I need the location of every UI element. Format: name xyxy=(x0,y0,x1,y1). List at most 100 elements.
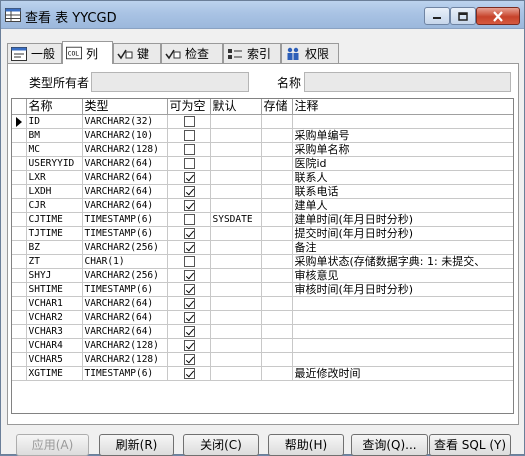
nullable-checkbox[interactable] xyxy=(183,312,195,323)
row-indicator[interactable] xyxy=(12,338,27,353)
help-button[interactable]: 帮助(H) xyxy=(268,434,344,456)
cell-comment[interactable]: 联系电话 xyxy=(292,184,513,199)
table-row[interactable]: CJR VARCHAR2(64) 建单人 xyxy=(12,198,513,213)
cell-comment[interactable]: 医院id xyxy=(292,156,513,171)
cell-name[interactable]: VCHAR5 xyxy=(26,352,83,367)
maximize-button[interactable] xyxy=(450,7,476,25)
row-indicator[interactable] xyxy=(12,212,27,227)
apply-button[interactable]: 应用(A) xyxy=(16,434,89,456)
cell-nullable[interactable] xyxy=(167,142,211,157)
column-header-nullable[interactable]: 可为空 xyxy=(167,99,211,115)
row-indicator[interactable] xyxy=(12,240,27,255)
table-row[interactable]: CJTIME TIMESTAMP(6) SYSDATE 建单时间(年月日时分秒) xyxy=(12,212,513,227)
cell-default[interactable] xyxy=(210,310,262,325)
cell-storage[interactable] xyxy=(261,310,293,325)
cell-nullable[interactable] xyxy=(167,352,211,367)
cell-default[interactable] xyxy=(210,114,262,129)
cell-name[interactable]: TJTIME xyxy=(26,226,83,241)
column-header-name[interactable]: 名称 xyxy=(26,99,83,115)
column-header-comment[interactable]: 注释 xyxy=(292,99,513,115)
cell-storage[interactable] xyxy=(261,212,293,227)
nullable-checkbox[interactable] xyxy=(183,242,195,253)
cell-default[interactable] xyxy=(210,198,262,213)
cell-type[interactable]: TIMESTAMP(6) xyxy=(82,212,168,227)
columns-grid[interactable]: 名称 类型 可为空 默认 存储 注释 ID VARCHAR2(32) BM VARCH… xyxy=(11,98,514,414)
cell-type[interactable]: VARCHAR2(128) xyxy=(82,352,168,367)
cell-nullable[interactable] xyxy=(167,338,211,353)
tab-indexes[interactable]: 索引 xyxy=(223,43,281,63)
row-indicator[interactable] xyxy=(12,142,27,157)
column-header-type[interactable]: 类型 xyxy=(82,99,168,115)
cell-default[interactable]: SYSDATE xyxy=(210,212,262,227)
cell-name[interactable]: LXDH xyxy=(26,184,83,199)
cell-type[interactable]: VARCHAR2(64) xyxy=(82,324,168,339)
row-indicator[interactable] xyxy=(12,156,27,171)
cell-storage[interactable] xyxy=(261,254,293,269)
cell-default[interactable] xyxy=(210,366,262,381)
nullable-checkbox[interactable] xyxy=(183,116,195,127)
cell-storage[interactable] xyxy=(261,324,293,339)
row-indicator[interactable] xyxy=(12,184,27,199)
cell-default[interactable] xyxy=(210,142,262,157)
cell-storage[interactable] xyxy=(261,128,293,143)
cell-default[interactable] xyxy=(210,324,262,339)
cell-comment[interactable]: 采购单名称 xyxy=(292,142,513,157)
row-indicator[interactable] xyxy=(12,366,27,381)
cell-type[interactable]: CHAR(1) xyxy=(82,254,168,269)
table-row[interactable]: VCHAR4 VARCHAR2(128) xyxy=(12,338,513,353)
cell-name[interactable]: ZT xyxy=(26,254,83,269)
column-header-storage[interactable]: 存储 xyxy=(261,99,293,115)
close-window-button[interactable] xyxy=(476,7,520,25)
cell-storage[interactable] xyxy=(261,142,293,157)
cell-name[interactable]: CJR xyxy=(26,198,83,213)
cell-storage[interactable] xyxy=(261,338,293,353)
nullable-checkbox[interactable] xyxy=(183,326,195,337)
cell-nullable[interactable] xyxy=(167,254,211,269)
column-header-default[interactable]: 默认 xyxy=(210,99,262,115)
row-indicator[interactable] xyxy=(12,324,27,339)
nullable-checkbox[interactable] xyxy=(183,200,195,211)
cell-storage[interactable] xyxy=(261,352,293,367)
refresh-button[interactable]: 刷新(R) xyxy=(99,434,174,456)
cell-type[interactable]: VARCHAR2(128) xyxy=(82,142,168,157)
cell-name[interactable]: VCHAR1 xyxy=(26,296,83,311)
table-row[interactable]: VCHAR2 VARCHAR2(64) xyxy=(12,310,513,325)
cell-comment[interactable] xyxy=(292,324,513,339)
nullable-checkbox[interactable] xyxy=(183,144,195,155)
cell-type[interactable]: VARCHAR2(64) xyxy=(82,170,168,185)
cell-comment[interactable]: 建单时间(年月日时分秒) xyxy=(292,212,513,227)
view-sql-button[interactable]: 查看 SQL (Y) xyxy=(429,434,511,456)
table-row[interactable]: SHYJ VARCHAR2(256) 审核意见 xyxy=(12,268,513,283)
row-indicator[interactable] xyxy=(12,296,27,311)
row-indicator[interactable] xyxy=(12,254,27,269)
table-row[interactable]: VCHAR1 VARCHAR2(64) xyxy=(12,296,513,311)
cell-default[interactable] xyxy=(210,184,262,199)
cell-comment[interactable]: 提交时间(年月日时分秒) xyxy=(292,226,513,241)
cell-default[interactable] xyxy=(210,338,262,353)
table-row[interactable]: BM VARCHAR2(10) 采购单编号 xyxy=(12,128,513,143)
tab-checks[interactable]: 检查 xyxy=(161,43,223,63)
cell-nullable[interactable] xyxy=(167,324,211,339)
cell-nullable[interactable] xyxy=(167,184,211,199)
cell-comment[interactable]: 采购单编号 xyxy=(292,128,513,143)
title-bar[interactable]: 查看 表 YYCGD xyxy=(1,1,524,29)
table-row[interactable]: SHTIME TIMESTAMP(6) 审核时间(年月日时分秒) xyxy=(12,282,513,297)
cell-nullable[interactable] xyxy=(167,366,211,381)
nullable-checkbox[interactable] xyxy=(183,354,195,365)
table-row[interactable]: ZT CHAR(1) 采购单状态(存储数据字典: 1: 未提交、 xyxy=(12,254,513,269)
cell-name[interactable]: CJTIME xyxy=(26,212,83,227)
cell-default[interactable] xyxy=(210,296,262,311)
nullable-checkbox[interactable] xyxy=(183,130,195,141)
nullable-checkbox[interactable] xyxy=(183,284,195,295)
cell-nullable[interactable] xyxy=(167,170,211,185)
nullable-checkbox[interactable] xyxy=(183,368,195,379)
table-row[interactable]: BZ VARCHAR2(256) 备注 xyxy=(12,240,513,255)
cell-default[interactable] xyxy=(210,170,262,185)
cell-storage[interactable] xyxy=(261,366,293,381)
cell-comment[interactable]: 联系人 xyxy=(292,170,513,185)
cell-nullable[interactable] xyxy=(167,296,211,311)
cell-default[interactable] xyxy=(210,156,262,171)
cell-name[interactable]: VCHAR2 xyxy=(26,310,83,325)
cell-name[interactable]: USERYYID xyxy=(26,156,83,171)
cell-storage[interactable] xyxy=(261,170,293,185)
